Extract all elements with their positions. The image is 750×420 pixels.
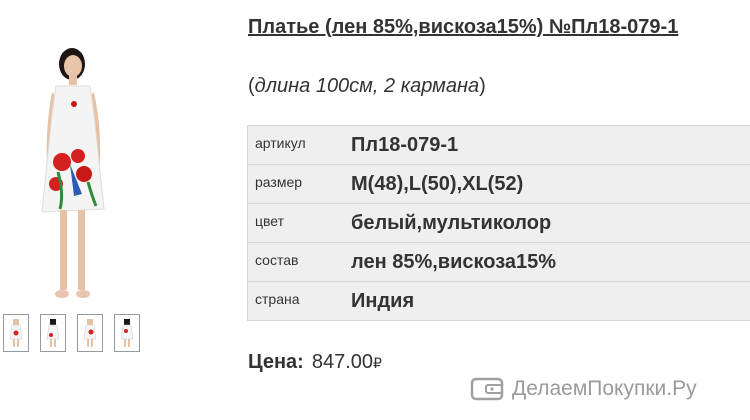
product-subtitle: (длина 100см, 2 кармана) (248, 75, 486, 98)
wallet-icon (470, 377, 504, 401)
spec-value: M(48),L(50),XL(52) (351, 164, 750, 204)
subtitle-text: длина 100см, 2 кармана (254, 75, 480, 97)
subtitle-close-paren: ) (479, 75, 486, 97)
site-watermark: ДелаемПокупки.Ру (470, 376, 697, 402)
product-main-photo[interactable] (12, 44, 142, 312)
spec-key: цвет (247, 203, 351, 243)
spec-key: страна (247, 281, 351, 321)
spec-value: Пл18-079-1 (351, 125, 750, 165)
spec-key: состав (247, 242, 351, 282)
currency-symbol: ₽ (373, 355, 382, 371)
thumbnail-strip (3, 314, 140, 352)
spec-row-size: размер M(48),L(50),XL(52) (247, 164, 750, 204)
subtitle-open-paren: ( (248, 75, 255, 97)
spec-row-article: артикул Пл18-079-1 (247, 125, 750, 165)
spec-value: Индия (351, 281, 750, 321)
spec-value: белый,мультиколор (351, 203, 750, 243)
thumbnail-1[interactable] (3, 314, 29, 352)
product-title-link[interactable]: Платье (лен 85%,вискоза15%) №Пл18-079-1 (248, 16, 750, 39)
thumbnail-4[interactable] (114, 314, 140, 352)
price-block: Цена: 847.00₽ (248, 351, 382, 374)
spec-key: размер (247, 164, 351, 204)
spec-row-color: цвет белый,мультиколор (247, 203, 750, 243)
price-value: 847.00 (311, 351, 374, 373)
spec-row-country: страна Индия (247, 281, 750, 321)
thumbnail-2[interactable] (40, 314, 66, 352)
watermark-text: ДелаемПокупки.Ру (512, 377, 697, 400)
price-label: Цена: (248, 351, 304, 373)
thumbnail-3[interactable] (77, 314, 103, 352)
product-gallery (0, 0, 245, 420)
spec-key: артикул (247, 125, 351, 165)
spec-row-composition: состав лен 85%,вискоза15% (247, 242, 750, 282)
spec-value: лен 85%,вискоза15% (351, 242, 750, 282)
specs-table: артикул Пл18-079-1 размер M(48),L(50),XL… (247, 125, 750, 321)
